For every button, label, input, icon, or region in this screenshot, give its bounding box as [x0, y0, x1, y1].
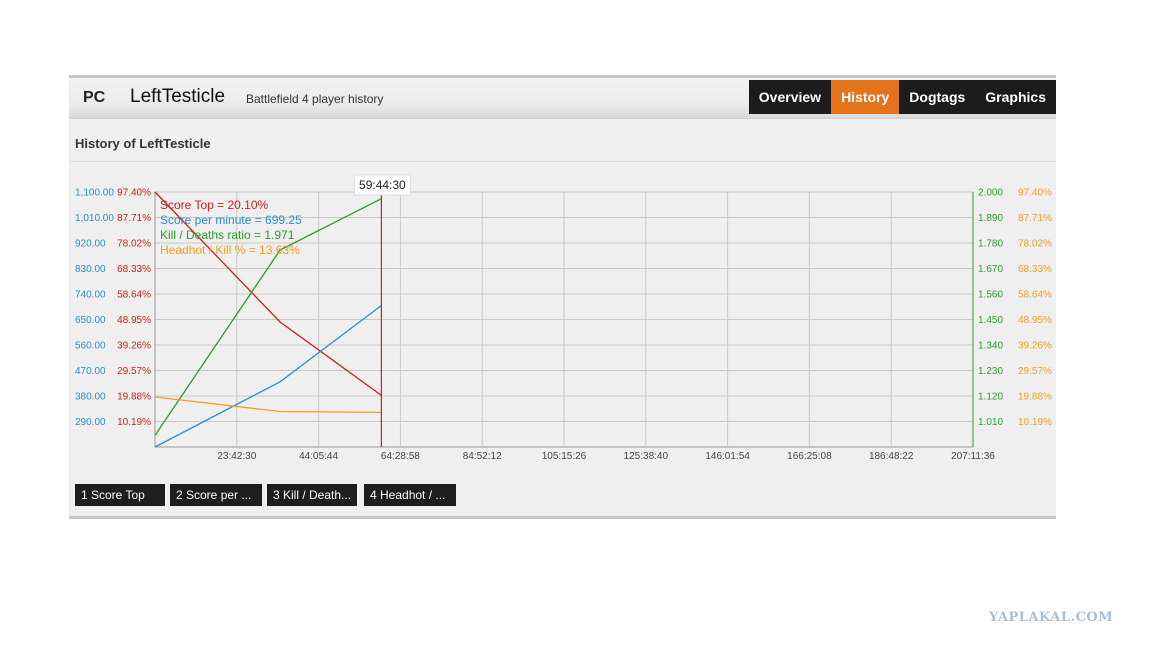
tooltip-line: Score per minute = 699.25: [160, 213, 302, 227]
y-tick-label-kd-ratio: 1.780: [978, 239, 1003, 250]
y-tick-label-kd-ratio: 1.010: [978, 417, 1003, 428]
y-tick-label-headshot: 78.02%: [1018, 239, 1052, 250]
x-tick-label: 186:48:22: [869, 451, 914, 462]
y-tick-label-headshot: 39.26%: [1018, 341, 1052, 352]
y-tick-label-score-top: 68.33%: [117, 264, 151, 275]
y-tick-label-score-per-minute: 560.00: [75, 341, 106, 352]
y-tick-label-score-top: 39.26%: [117, 341, 151, 352]
y-tick-label-score-per-minute: 650.00: [75, 315, 106, 326]
y-tick-label-headshot: 87.71%: [1018, 213, 1052, 224]
x-tick-label: 84:52:12: [463, 451, 502, 462]
y-tick-label-score-per-minute: 1,010.00: [75, 213, 114, 224]
legend-button-score-per-minute[interactable]: 2 Score per ...: [170, 484, 262, 506]
y-tick-label-score-per-minute: 740.00: [75, 290, 106, 301]
x-tick-label: 105:15:26: [542, 451, 587, 462]
x-tick-label: 64:28:58: [381, 451, 420, 462]
x-tick-label: 23:42:30: [217, 451, 256, 462]
tooltip-line: Score Top = 20.10%: [160, 198, 269, 212]
y-tick-label-score-top: 29.57%: [117, 366, 151, 377]
y-tick-label-kd-ratio: 2.000: [978, 188, 1003, 199]
y-tick-label-headshot: 68.33%: [1018, 264, 1052, 275]
y-tick-label-score-top: 58.64%: [117, 290, 151, 301]
x-tick-label: 146:01:54: [705, 451, 750, 462]
y-tick-label-score-per-minute: 470.00: [75, 366, 106, 377]
tooltip-time: 59:44:30: [359, 178, 406, 192]
x-tick-label: 207:11:36: [951, 451, 995, 462]
legend-button-headshot[interactable]: 4 Headhot / ...: [364, 484, 456, 506]
x-tick-label: 166:25:08: [787, 451, 832, 462]
y-tick-label-kd-ratio: 1.890: [978, 213, 1003, 224]
y-tick-label-headshot: 29.57%: [1018, 366, 1052, 377]
x-tick-label: 125:38:40: [624, 451, 669, 462]
y-tick-label-headshot: 97.40%: [1018, 188, 1052, 199]
legend-button-kill-death[interactable]: 3 Kill / Death...: [267, 484, 357, 506]
y-tick-label-score-per-minute: 380.00: [75, 392, 106, 403]
y-tick-label-headshot: 19.88%: [1018, 392, 1052, 403]
y-tick-label-kd-ratio: 1.560: [978, 290, 1003, 301]
y-tick-label-score-per-minute: 920.00: [75, 239, 106, 250]
player-history-panel: PC LeftTesticle Battlefield 4 player his…: [69, 75, 1056, 519]
history-chart[interactable]: 1,100.00 97.40% 2.000 97.40%1,010.00 87.71% 1…: [69, 78, 1056, 478]
y-tick-label-kd-ratio: 1.120: [978, 392, 1003, 403]
legend-button-score-top[interactable]: 1 Score Top: [75, 484, 165, 506]
y-tick-label-score-top: 48.95%: [117, 315, 151, 326]
y-tick-label-score-per-minute: 290.00: [75, 417, 106, 428]
y-tick-label-score-top: 10.19%: [117, 417, 151, 428]
y-tick-label-headshot: 48.95%: [1018, 315, 1052, 326]
x-tick-label: 44:05:44: [299, 451, 338, 462]
y-tick-label-score-top: 19.88%: [117, 392, 151, 403]
y-tick-label-score-per-minute: 1,100.00: [75, 188, 114, 199]
y-tick-label-kd-ratio: 1.230: [978, 366, 1003, 377]
y-tick-label-kd-ratio: 1.670: [978, 264, 1003, 275]
y-tick-label-score-per-minute: 830.00: [75, 264, 106, 275]
y-tick-label-headshot: 58.64%: [1018, 290, 1052, 301]
y-tick-label-kd-ratio: 1.340: [978, 341, 1003, 352]
y-tick-label-kd-ratio: 1.450: [978, 315, 1003, 326]
site-watermark: YAPLAKAL.COM: [989, 610, 1114, 625]
y-tick-label-score-top: 78.02%: [117, 239, 151, 250]
tooltip-line: Kill / Deaths ratio = 1.971: [160, 228, 295, 242]
tooltip-line: Headhot / Kill % = 13.63%: [160, 243, 300, 257]
y-tick-label-headshot: 10.19%: [1018, 417, 1052, 428]
y-tick-label-score-top: 97.40%: [117, 188, 151, 199]
y-tick-label-score-top: 87.71%: [117, 213, 151, 224]
